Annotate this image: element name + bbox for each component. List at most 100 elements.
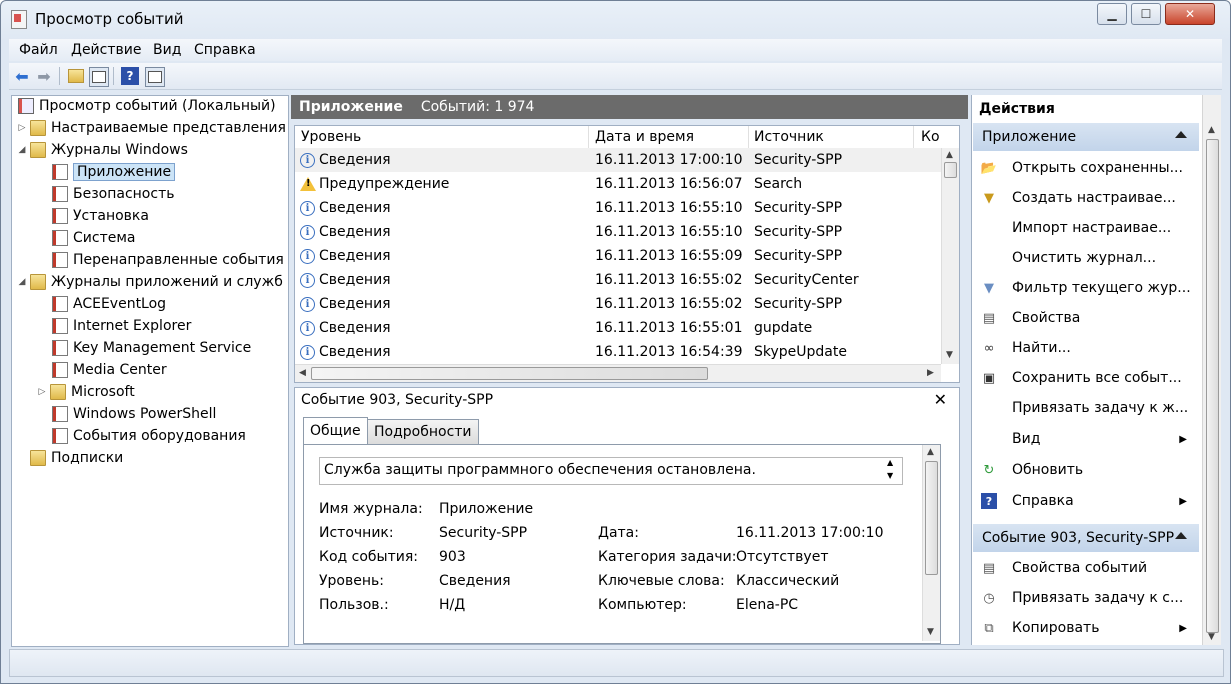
expand-arrow-icon[interactable]: ▷ <box>16 123 28 133</box>
tree-item-application[interactable]: Приложение <box>50 162 176 182</box>
show-hide-tree-icon[interactable] <box>89 67 109 87</box>
copy-icon: ⧉ <box>984 620 994 636</box>
action-filter-log[interactable]: ▼ Фильтр текущего жур... <box>973 273 1199 303</box>
close-icon[interactable]: ✕ <box>934 390 947 409</box>
column-source[interactable]: Источник <box>754 129 824 145</box>
tree-item-security[interactable]: Безопасность <box>50 184 174 204</box>
tree-item-internet-explorer[interactable]: Internet Explorer <box>50 316 191 336</box>
scroll-thumb[interactable] <box>1206 139 1219 633</box>
action-save-all[interactable]: ▣ Сохранить все событ... <box>973 363 1199 393</box>
collapse-arrow-icon[interactable]: ◢ <box>16 145 28 155</box>
actions-section-event[interactable]: Событие 903, Security-SPP <box>973 524 1199 552</box>
table-row[interactable]: i Сведения 16.11.2013 16:55:01 gupdate <box>295 316 941 340</box>
scroll-thumb[interactable] <box>311 367 708 380</box>
action-attach-task-log[interactable]: Привязать задачу к ж... <box>973 393 1199 423</box>
table-row[interactable]: i Сведения 16.11.2013 16:55:02 Security-S… <box>295 292 941 316</box>
collapse-arrow-icon[interactable]: ◢ <box>16 277 28 287</box>
action-open-saved[interactable]: 📂 Открыть сохраненны... <box>973 153 1199 183</box>
filter-create-icon: ▼ <box>984 190 994 206</box>
action-find[interactable]: ∞ Найти... <box>973 333 1199 363</box>
maximize-button[interactable]: ☐ <box>1131 3 1161 25</box>
help-icon[interactable]: ? <box>121 67 139 85</box>
actions-vertical-scrollbar[interactable]: ▲ ▼ <box>1202 95 1221 645</box>
column-code[interactable]: Ко <box>921 129 940 145</box>
tab-details[interactable]: Подробности <box>367 419 479 444</box>
scroll-down-icon[interactable]: ▼ <box>927 627 934 637</box>
detail-vertical-scrollbar[interactable]: ▲ ▼ <box>922 445 940 641</box>
tab-general[interactable]: Общие <box>303 417 368 444</box>
events-vertical-scrollbar[interactable]: ▲ ▼ <box>941 148 959 364</box>
menu-help[interactable]: Справка <box>194 42 256 58</box>
expand-arrow-icon[interactable]: ▷ <box>36 387 48 397</box>
cell-date: 16.11.2013 16:55:10 <box>595 224 743 240</box>
scroll-up-icon[interactable]: ▲ <box>927 447 934 457</box>
title-bar[interactable]: Просмотр событий ▁ ☐ ✕ <box>1 1 1230 37</box>
table-row[interactable]: i Сведения 16.11.2013 17:00:10 Security-S… <box>295 148 941 172</box>
action-event-properties[interactable]: ▤ Свойства событий <box>973 553 1199 583</box>
action-properties[interactable]: ▤ Свойства <box>973 303 1199 333</box>
menu-view[interactable]: Вид <box>153 42 181 58</box>
tree-root[interactable]: Просмотр событий (Локальный) <box>16 96 276 116</box>
action-create-custom-view[interactable]: ▼ Создать настраивае... <box>973 183 1199 213</box>
back-arrow-icon[interactable]: ⬅ <box>13 67 31 86</box>
cell-level: Предупреждение <box>319 176 450 192</box>
scroll-right-icon[interactable]: ▶ <box>927 368 934 378</box>
tree-item-microsoft[interactable]: ▷ Microsoft <box>36 382 135 402</box>
collapse-icon[interactable] <box>1175 532 1187 539</box>
center-pane: Приложение Событий: 1 974 Уровень Дата и… <box>291 95 968 645</box>
tree-item-system[interactable]: Система <box>50 228 135 248</box>
events-horizontal-scrollbar[interactable]: ◀ ▶ <box>295 364 941 382</box>
close-button[interactable]: ✕ <box>1165 3 1215 25</box>
action-import-custom-view[interactable]: Импорт настраивае... <box>973 213 1199 243</box>
collapse-icon[interactable] <box>1175 131 1187 138</box>
actions-section-application[interactable]: Приложение <box>973 123 1199 151</box>
action-help[interactable]: ? Справка ▶ <box>973 486 1199 516</box>
show-hide-actions-icon[interactable] <box>145 67 165 87</box>
table-row[interactable]: i Сведения 16.11.2013 16:55:10 Security-S… <box>295 196 941 220</box>
menu-file[interactable]: Файл <box>19 42 58 58</box>
scroll-down-icon[interactable]: ▼ <box>946 350 953 360</box>
table-row[interactable]: Предупреждение 16.11.2013 16:56:07 Searc… <box>295 172 941 196</box>
menu-action[interactable]: Действие <box>71 42 141 58</box>
table-row[interactable]: i Сведения 16.11.2013 16:55:10 Security-S… <box>295 220 941 244</box>
tree-item-hardware-events[interactable]: События оборудования <box>50 426 246 446</box>
scroll-up-icon[interactable]: ▲ <box>946 150 953 160</box>
action-copy[interactable]: ⧉ Копировать ▶ <box>973 613 1199 643</box>
scroll-up-icon[interactable]: ▲ <box>1208 125 1215 135</box>
tree-item-forwarded[interactable]: Перенаправленные события <box>50 250 284 270</box>
scroll-thumb[interactable] <box>925 461 938 575</box>
scroll-up-icon[interactable]: ▲ <box>887 458 893 467</box>
tree-item-powershell[interactable]: Windows PowerShell <box>50 404 216 424</box>
action-attach-task-event[interactable]: ◷ Привязать задачу к с... <box>973 583 1199 613</box>
action-view[interactable]: Вид ▶ <box>973 424 1199 454</box>
tree-item-setup[interactable]: Установка <box>50 206 149 226</box>
scroll-left-icon[interactable]: ◀ <box>299 368 306 378</box>
column-divider[interactable] <box>588 126 589 148</box>
tree-item-media-center[interactable]: Media Center <box>50 360 167 380</box>
action-clear-log[interactable]: Очистить журнал... <box>973 243 1199 273</box>
column-datetime[interactable]: Дата и время <box>595 129 694 145</box>
column-divider[interactable] <box>748 126 749 148</box>
forward-arrow-icon[interactable]: ➡ <box>35 67 53 86</box>
tree-custom-views[interactable]: ▷ Настраиваемые представления <box>16 118 286 138</box>
submenu-arrow-icon: ▶ <box>1179 495 1187 507</box>
tree-app-services-logs[interactable]: ◢ Журналы приложений и служб <box>16 272 283 292</box>
column-divider[interactable] <box>913 126 914 148</box>
action-refresh[interactable]: ↻ Обновить <box>973 455 1199 485</box>
up-folder-icon[interactable] <box>67 67 85 85</box>
general-tab-body: Служба защиты программного обеспечения о… <box>303 444 941 644</box>
table-row[interactable]: i Сведения 16.11.2013 16:55:09 Security-S… <box>295 244 941 268</box>
info-icon: i <box>300 224 315 240</box>
tree-windows-logs[interactable]: ◢ Журналы Windows <box>16 140 188 160</box>
tree-item-key-management[interactable]: Key Management Service <box>50 338 251 358</box>
tree-item-aceeventlog[interactable]: ACEEventLog <box>50 294 166 314</box>
minimize-button[interactable]: ▁ <box>1097 3 1127 25</box>
event-message-box[interactable]: Служба защиты программного обеспечения о… <box>319 457 903 485</box>
tree-subscriptions[interactable]: Подписки <box>28 448 123 468</box>
scroll-down-icon[interactable]: ▼ <box>887 471 893 480</box>
column-level[interactable]: Уровень <box>301 129 361 145</box>
table-row[interactable]: i Сведения 16.11.2013 16:54:39 SkypeUpdat… <box>295 340 941 364</box>
scroll-down-icon[interactable]: ▼ <box>1208 632 1215 642</box>
scroll-thumb[interactable] <box>944 162 957 178</box>
table-row[interactable]: i Сведения 16.11.2013 16:55:02 SecurityCe… <box>295 268 941 292</box>
